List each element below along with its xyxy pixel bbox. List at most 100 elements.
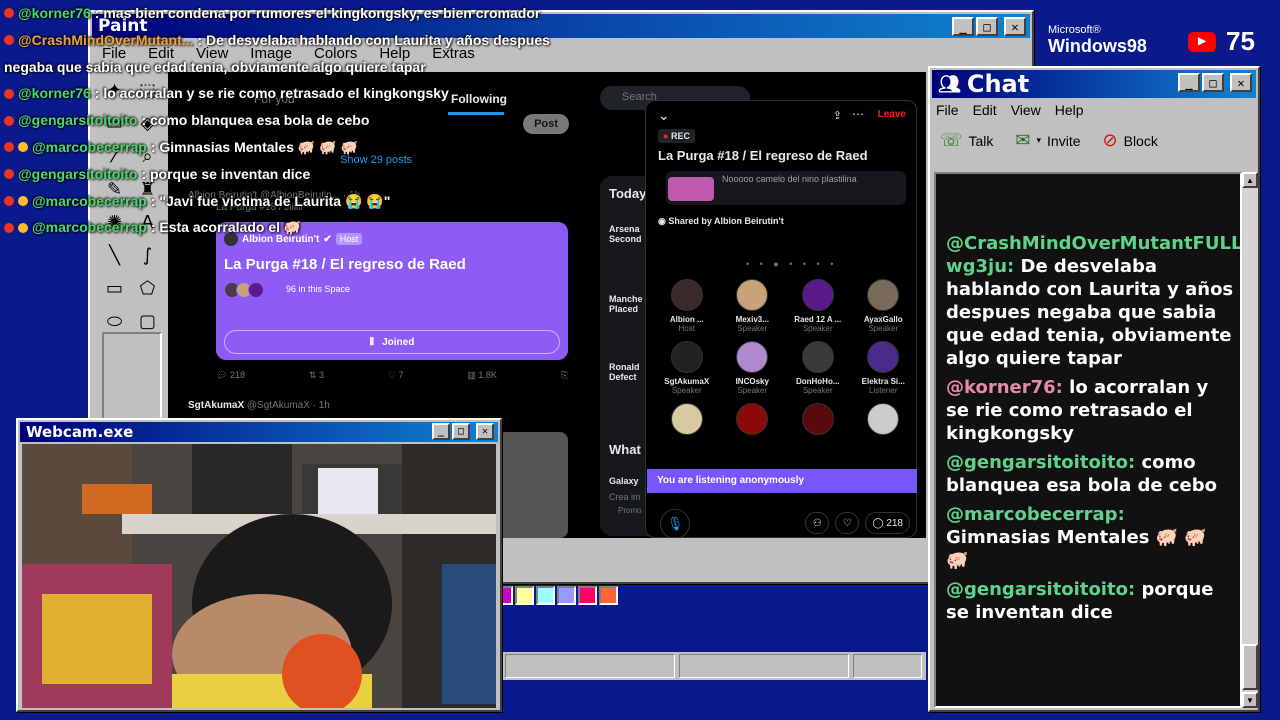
speaker-name: Elektra Si... bbox=[861, 377, 905, 386]
speaker-tile[interactable] bbox=[720, 403, 786, 439]
avatar bbox=[670, 341, 703, 373]
minimize-button[interactable]: _ bbox=[432, 423, 450, 440]
speaker-tile[interactable]: SgtAkumaX Speaker bbox=[654, 341, 720, 395]
speaker-role: Speaker bbox=[868, 324, 899, 333]
trend-2[interactable]: Manche Placed bbox=[609, 294, 649, 314]
menu-file[interactable]: File bbox=[936, 102, 959, 118]
curve-icon[interactable]: ∫ bbox=[131, 239, 164, 272]
viewer-count: 75 bbox=[1226, 26, 1255, 56]
speaker-tile[interactable]: INCOsky Speaker bbox=[720, 341, 786, 395]
tweet2-name: SgtAkumaX bbox=[188, 400, 245, 411]
chart-icon: ▥ bbox=[467, 370, 476, 380]
people-chat-icon: 👥︎ bbox=[938, 73, 961, 95]
moderator-icon bbox=[18, 222, 28, 233]
palette-swatch[interactable] bbox=[515, 586, 534, 605]
trend-3[interactable]: Ronald Defect bbox=[609, 362, 649, 382]
speaker-tile[interactable]: Elektra Si... Listener bbox=[851, 341, 917, 395]
chevron-down-icon[interactable]: ⌄ bbox=[658, 107, 670, 124]
comments-button[interactable]: ◯ 218 bbox=[865, 512, 910, 534]
space-card[interactable]: Albion Beirutin't ✔ Host La Purga #18 / … bbox=[216, 222, 568, 360]
tweet-sgtakumax[interactable]: SgtAkumaX @SgtAkumaX · 1h bbox=[188, 400, 330, 411]
status-cell bbox=[505, 654, 675, 678]
polygon-icon[interactable]: ⬠ bbox=[131, 272, 164, 305]
chat-message: @gengarsitoitoito: como blanquea esa bol… bbox=[946, 451, 1234, 497]
avatar bbox=[801, 341, 834, 373]
trend-1[interactable]: Arsena Second bbox=[609, 224, 649, 244]
leave-button[interactable]: Leave bbox=[878, 109, 906, 120]
scroll-up-icon[interactable]: ▲ bbox=[1242, 172, 1258, 188]
like-button[interactable]: ♡ 7 bbox=[388, 370, 404, 381]
listening-banner: You are listening anonymously bbox=[647, 469, 917, 493]
speaker-tile[interactable] bbox=[785, 403, 851, 439]
chat-toolbar: ☏ Talk ✉ ▾ Invite ⊘ Block bbox=[940, 130, 1158, 151]
rectangle-icon[interactable]: ▭ bbox=[98, 272, 131, 305]
talk-button[interactable]: ☏ Talk bbox=[940, 130, 993, 151]
overlay-chat-text: negaba que sabia que edad tenia, obviame… bbox=[4, 58, 426, 75]
speaker-tile[interactable]: DonHoHo... Speaker bbox=[785, 341, 851, 395]
speaker-tile[interactable] bbox=[654, 403, 720, 439]
scroll-down-icon[interactable]: ▼ bbox=[1242, 692, 1258, 708]
chat-titlebar[interactable]: 👥︎ Chat _ □ ✕ bbox=[932, 70, 1256, 98]
trend-4[interactable]: Galaxy bbox=[609, 476, 639, 486]
chevron-down-icon: ▾ bbox=[1036, 135, 1042, 145]
speaker-tile[interactable] bbox=[851, 403, 917, 439]
overlay-chat-user: @korner76 bbox=[18, 85, 91, 102]
maximize-button[interactable]: □ bbox=[976, 17, 998, 36]
close-button[interactable]: ✕ bbox=[476, 423, 494, 440]
maximize-button[interactable]: □ bbox=[1202, 73, 1224, 92]
scroll-thumb[interactable] bbox=[1242, 644, 1258, 690]
speaker-tile[interactable]: AyaxGallo Speaker bbox=[851, 279, 917, 333]
maximize-button[interactable]: □ bbox=[452, 423, 470, 440]
chat-scrollbar[interactable]: ▲ ▼ bbox=[1242, 172, 1258, 708]
chat-messages-area[interactable]: @CrashMindOverMutantFULLS-wg3ju: De desv… bbox=[934, 172, 1242, 708]
reply-button[interactable]: 💬︎ 218 bbox=[216, 370, 245, 381]
avatar bbox=[801, 279, 834, 311]
palette-swatch[interactable] bbox=[536, 586, 555, 605]
space-footer: 🎙︎ ⚇ ♡ ◯ 218 bbox=[654, 509, 910, 538]
overlay-chat: @korner76: mas bien condena por rumores … bbox=[4, 0, 564, 241]
overlay-chat-line: @marcobecerrap: Gimnasias Mentales 🐖 🐖 🐖 bbox=[4, 134, 564, 161]
react-icon[interactable]: ♡ bbox=[835, 512, 860, 534]
chat-menubar: File Edit View Help bbox=[936, 102, 1084, 118]
minimize-button[interactable]: _ bbox=[952, 17, 974, 36]
moderator-icon bbox=[18, 195, 28, 206]
share-icon[interactable]: ⇪ bbox=[833, 109, 842, 122]
views-button[interactable]: ▥ 1.8K bbox=[467, 370, 497, 381]
invite-button[interactable]: ✉ ▾ Invite bbox=[1015, 130, 1080, 151]
joined-button[interactable]: ⦀ Joined bbox=[224, 330, 560, 354]
speaker-tile[interactable]: Albion ... Host bbox=[654, 279, 720, 333]
speaker-name: SgtAkumaX bbox=[664, 377, 710, 386]
mic-icon[interactable]: 🎙︎ bbox=[660, 509, 690, 538]
carousel-dots[interactable]: • • ● • • • • bbox=[746, 259, 837, 269]
more-icon[interactable]: ⋯ bbox=[852, 107, 864, 121]
menu-edit[interactable]: Edit bbox=[973, 102, 997, 118]
palette-swatch[interactable] bbox=[557, 586, 576, 605]
overlay-chat-line: negaba que sabia que edad tenia, obviame… bbox=[4, 54, 564, 81]
overlay-chat-text: : como blanquea esa bola de cebo bbox=[141, 112, 370, 129]
chat-message: @CrashMindOverMutantFULLS-wg3ju: De desv… bbox=[946, 232, 1240, 370]
space-panel-title: La Purga #18 / El regreso de Raed bbox=[658, 148, 868, 163]
menu-help[interactable]: Help bbox=[1055, 102, 1084, 118]
close-button[interactable]: ✕ bbox=[1230, 73, 1252, 92]
close-button[interactable]: ✕ bbox=[1004, 17, 1026, 36]
bookmark-icon[interactable]: ⎘ bbox=[561, 370, 568, 381]
palette-swatch[interactable] bbox=[599, 586, 618, 605]
repost-button[interactable]: ⇅ 3 bbox=[309, 370, 324, 381]
moderator-icon bbox=[18, 142, 28, 153]
line-icon[interactable]: ╲ bbox=[98, 239, 131, 272]
speaker-tile[interactable]: Mexiv3... Speaker bbox=[720, 279, 786, 333]
trend-4-sub: Crea im bbox=[609, 492, 641, 502]
minimize-button[interactable]: _ bbox=[1178, 73, 1200, 92]
youtube-icon bbox=[4, 35, 14, 46]
people-icon[interactable]: ⚇ bbox=[805, 512, 830, 534]
speaker-tile[interactable]: Raed 12 A ... Speaker bbox=[785, 279, 851, 333]
palette-swatch[interactable] bbox=[578, 586, 597, 605]
youtube-icon bbox=[4, 169, 14, 180]
overlay-chat-line: @korner76: mas bien condena por rumores … bbox=[4, 0, 564, 27]
chat-window: 👥︎ Chat _ □ ✕ File Edit View Help ☏ Talk… bbox=[928, 66, 1260, 712]
webcam-titlebar[interactable]: Webcam.exe _ □ ✕ bbox=[20, 422, 498, 442]
avatar bbox=[670, 279, 703, 311]
chat-username: @gengarsitoitoito: bbox=[946, 579, 1136, 600]
menu-view[interactable]: View bbox=[1011, 102, 1041, 118]
block-button[interactable]: ⊘ Block bbox=[1103, 130, 1158, 151]
